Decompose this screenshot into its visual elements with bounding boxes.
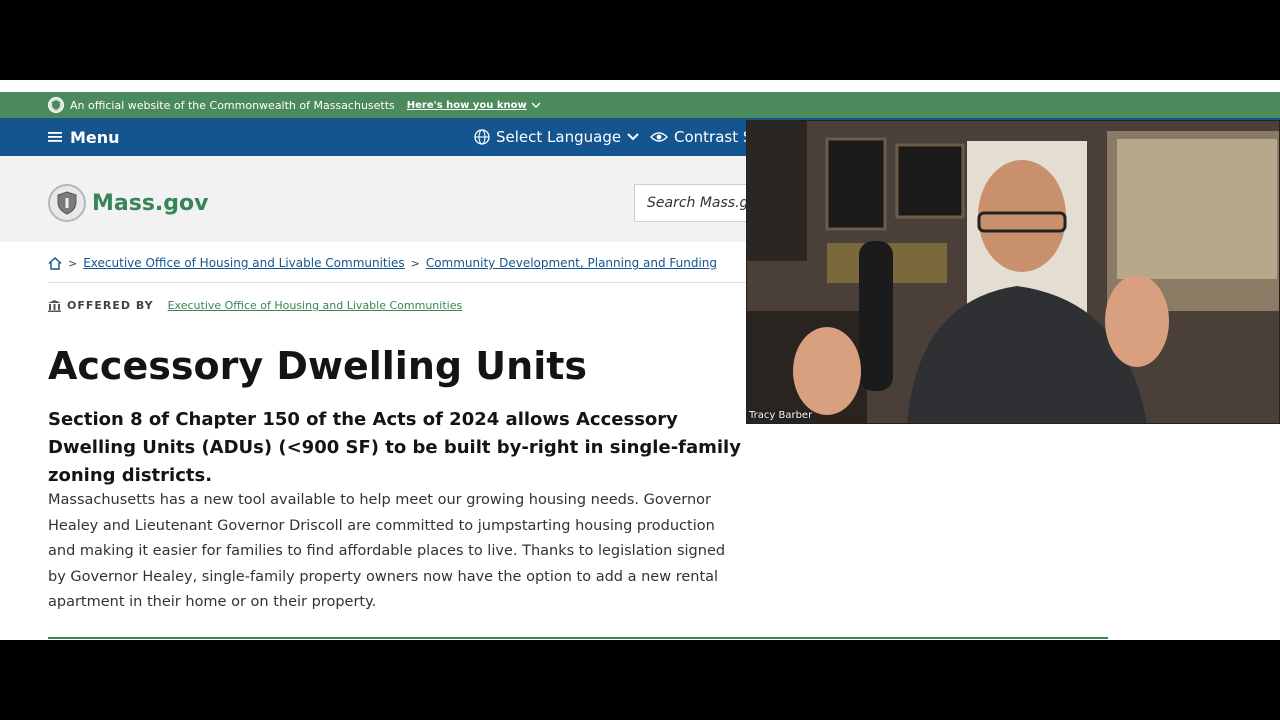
offered-by-org-link[interactable]: Executive Office of Housing and Livable … (168, 299, 463, 312)
breadcrumb: > Executive Office of Housing and Livabl… (48, 256, 717, 270)
letterbox-bottom (0, 640, 1280, 720)
building-icon (48, 299, 61, 312)
how-you-know-link[interactable]: Here's how you know (407, 100, 541, 111)
body-paragraph: Massachusetts has a new tool available t… (48, 492, 726, 610)
breadcrumb-link-community[interactable]: Community Development, Planning and Fund… (426, 256, 717, 270)
divider (48, 282, 748, 283)
chevron-down-icon (531, 102, 541, 108)
menu-label: Menu (70, 127, 120, 147)
home-icon[interactable] (48, 256, 62, 270)
logo-text: Mass.gov (92, 190, 209, 216)
seal-icon (48, 97, 64, 113)
breadcrumb-link-housing[interactable]: Executive Office of Housing and Livable … (83, 256, 404, 270)
official-text: An official website of the Commonwealth … (70, 98, 395, 112)
select-language-label: Select Language (496, 128, 622, 146)
eye-icon (650, 132, 668, 142)
how-you-know-label: Here's how you know (406, 99, 527, 111)
gov-banner: An official website of the Commonwealth … (0, 92, 1280, 118)
page-subtitle: Section 8 of Chapter 150 of the Acts of … (48, 409, 741, 486)
hamburger-icon (48, 132, 62, 142)
offered-by: OFFERED BY Executive Office of Housing a… (48, 299, 462, 312)
globe-icon (474, 129, 490, 145)
letterbox-top (0, 0, 1280, 80)
webcam-scene (747, 121, 1279, 423)
top-strip (0, 80, 1280, 92)
chevron-down-icon (627, 133, 639, 141)
participant-name: Tracy Barber (749, 410, 813, 421)
contrast-button[interactable]: Contrast Se (650, 118, 762, 156)
mass-gov-logo[interactable]: Mass.gov (48, 184, 209, 222)
menu-button[interactable]: Menu (48, 128, 120, 147)
chevron-right-icon: > (68, 256, 78, 270)
webcam-overlay: Tracy Barber (746, 120, 1280, 424)
commonwealth-seal-icon (48, 184, 86, 222)
page-title: Accessory Dwelling Units (48, 344, 588, 388)
chevron-right-icon: > (410, 256, 420, 270)
select-language-button[interactable]: Select Language (474, 118, 639, 156)
section-divider (48, 637, 1108, 639)
offered-by-label: OFFERED BY (67, 299, 154, 312)
